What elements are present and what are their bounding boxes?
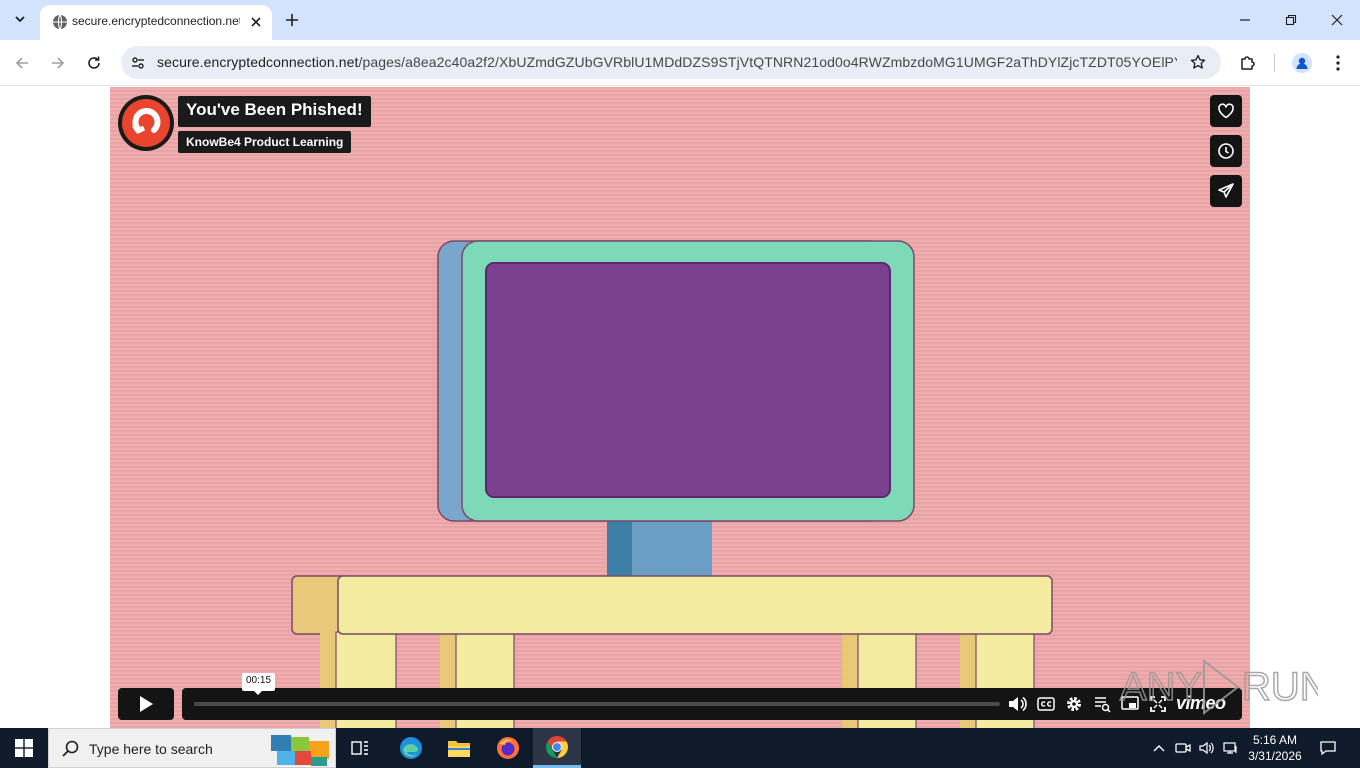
show-hidden-icons-button[interactable] [1149, 738, 1169, 758]
watermark-text-any: ANY [1120, 665, 1202, 709]
puzzle-icon [1241, 56, 1255, 70]
reload-button[interactable] [82, 51, 106, 75]
taskbar-clock[interactable]: 5:16 AM 3/31/2026 [1244, 732, 1306, 764]
anyrun-watermark: ANY RUN [1119, 658, 1318, 715]
browser-toolbar: secure.encryptedconnection.net/pages/a8e… [0, 40, 1360, 86]
player-controls: 00:15 vimeo [118, 673, 1242, 720]
profile-button[interactable] [1290, 51, 1314, 75]
current-time: 00:15 [242, 673, 276, 695]
knowbe4-logo-icon [122, 99, 170, 147]
play-icon [140, 696, 153, 712]
plus-icon [286, 14, 298, 26]
browser-tab-active[interactable]: secure.encryptedconnection.net [40, 5, 272, 40]
arrow-left-icon [15, 57, 28, 69]
gear-icon [1067, 697, 1081, 711]
clock-icon [1218, 143, 1234, 159]
close-icon [1331, 14, 1343, 26]
restore-button[interactable] [1279, 8, 1303, 32]
transcript-button[interactable] [1091, 693, 1113, 715]
volume-tray-button[interactable] [1197, 738, 1217, 758]
video-player[interactable]: You've Been Phished! KnowBe4 Product Lea… [110, 87, 1250, 728]
minimize-icon [1240, 19, 1250, 21]
watch-later-button[interactable] [1210, 135, 1242, 167]
closed-captions-icon [1037, 697, 1055, 711]
share-button[interactable] [1210, 175, 1242, 207]
volume-icon [1009, 696, 1027, 712]
firefox-icon [497, 737, 519, 759]
taskbar-file-explorer[interactable] [435, 728, 483, 768]
meet-now-button[interactable] [1173, 738, 1193, 758]
notification-icon [1320, 741, 1336, 756]
reload-icon [88, 56, 100, 69]
task-view-button[interactable] [336, 728, 384, 768]
heart-icon [1218, 103, 1234, 119]
control-bar: 00:15 vimeo [182, 673, 1242, 720]
arrow-right-icon [52, 57, 65, 69]
puzzle-pieces-icon [271, 735, 329, 766]
minimize-button[interactable] [1233, 8, 1257, 32]
transcript-icon [1095, 697, 1111, 713]
edge-icon [400, 737, 422, 759]
url-domain: secure.encryptedconnection.net [157, 54, 359, 70]
taskbar-chrome[interactable] [533, 728, 581, 768]
clock-date: 3/31/2026 [1248, 749, 1302, 763]
page-content: You've Been Phished! KnowBe4 Product Lea… [0, 87, 1360, 728]
restore-icon [1285, 14, 1297, 26]
browser-tab-strip: secure.encryptedconnection.net [0, 0, 1360, 40]
back-button[interactable] [10, 51, 34, 75]
tab-title: secure.encryptedconnection.net [72, 14, 240, 28]
watermark-text-run: RUN [1242, 665, 1318, 709]
more-vertical-icon [1336, 55, 1340, 71]
close-window-button[interactable] [1325, 8, 1349, 32]
extensions-button[interactable] [1236, 51, 1260, 75]
send-icon [1218, 183, 1234, 198]
folder-icon [448, 741, 470, 757]
tab-close-button[interactable] [246, 12, 266, 32]
taskbar: Type here to search 5:16 AM 3/31/2026 [0, 728, 1360, 768]
like-button[interactable] [1210, 95, 1242, 127]
tune-icon [132, 56, 144, 69]
menu-button[interactable] [1326, 51, 1350, 75]
toolbar-divider [1274, 54, 1275, 72]
start-button[interactable] [0, 728, 48, 768]
star-icon [1190, 54, 1206, 69]
new-tab-button[interactable] [282, 10, 302, 30]
windows-logo-icon [15, 739, 33, 757]
video-title[interactable]: You've Been Phished! [178, 96, 371, 127]
video-frame-illustration [291, 240, 1053, 728]
notifications-button[interactable] [1318, 738, 1338, 758]
site-info-button[interactable] [125, 50, 151, 75]
forward-button[interactable] [46, 51, 70, 75]
settings-button[interactable] [1063, 693, 1085, 715]
chevron-up-icon [1153, 745, 1165, 752]
address-bar[interactable]: secure.encryptedconnection.net/pages/a8e… [121, 46, 1221, 79]
taskbar-firefox[interactable] [484, 728, 532, 768]
bookmark-button[interactable] [1187, 51, 1209, 73]
chrome-icon [546, 735, 568, 758]
avatar-icon [1292, 53, 1312, 73]
progress-bar[interactable] [194, 702, 1000, 706]
network-icon [1223, 742, 1237, 754]
close-icon [251, 17, 261, 27]
tab-search-button[interactable] [8, 7, 32, 31]
url-path: /pages/a8ea2c40a2f2/XbUZmdGZUbGVRblU1MDd… [358, 54, 1177, 70]
video-byline[interactable]: KnowBe4 Product Learning [178, 131, 352, 153]
network-tray-button[interactable] [1221, 738, 1241, 758]
chevron-down-icon [15, 16, 25, 23]
task-view-icon [351, 741, 368, 755]
captions-button[interactable] [1035, 693, 1057, 715]
channel-avatar[interactable] [118, 95, 174, 151]
taskbar-search[interactable]: Type here to search [48, 728, 336, 768]
clock-time: 5:16 AM [1252, 733, 1298, 747]
globe-icon [53, 14, 67, 30]
taskbar-search-placeholder: Type here to search [89, 741, 213, 757]
play-button[interactable] [118, 688, 174, 720]
taskbar-edge[interactable] [387, 728, 435, 768]
volume-button[interactable] [1006, 693, 1028, 715]
search-icon [62, 740, 79, 757]
camera-icon [1175, 743, 1191, 753]
url-text: secure.encryptedconnection.net/pages/a8e… [157, 54, 1177, 70]
speaker-icon [1199, 741, 1214, 755]
